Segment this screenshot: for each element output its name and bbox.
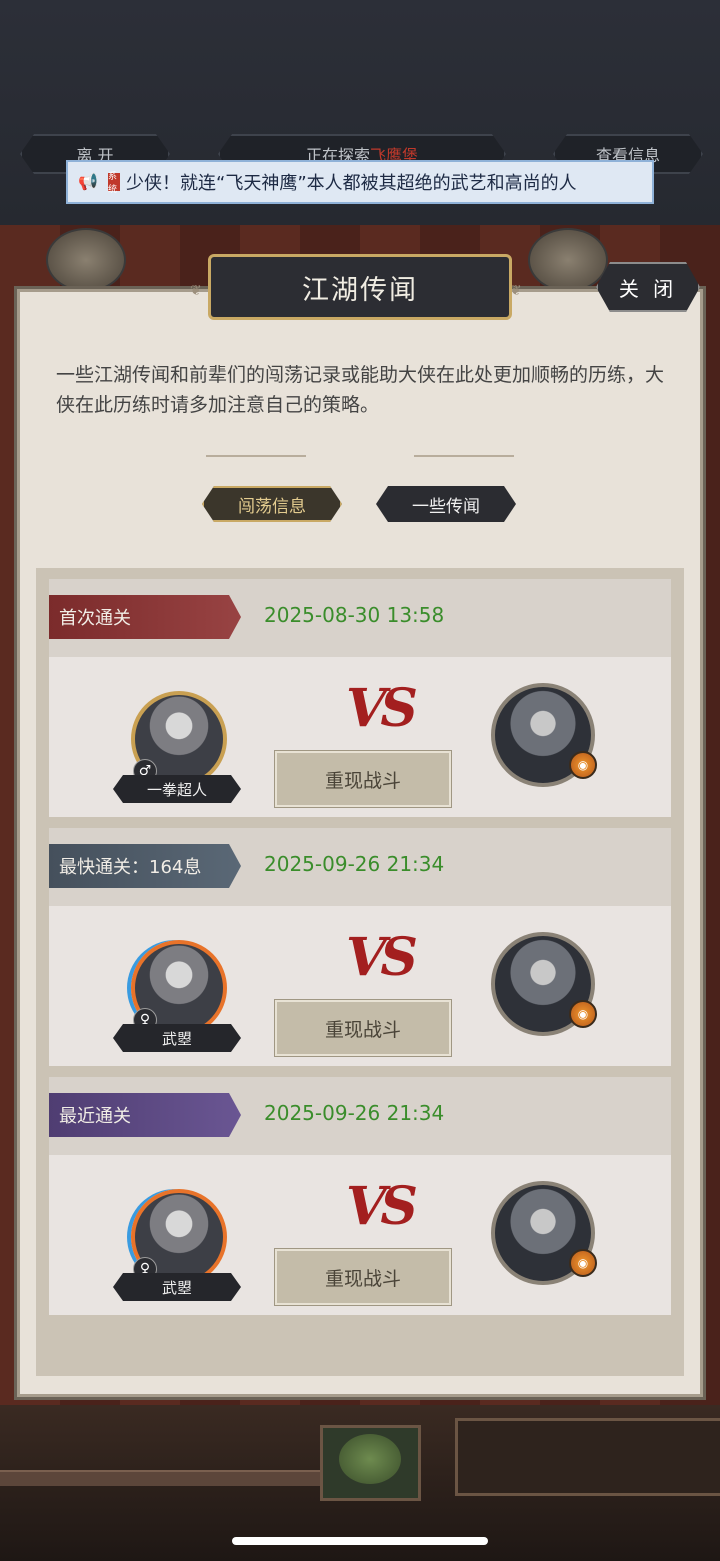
divider-left xyxy=(206,455,306,457)
background-npc-portrait xyxy=(528,228,608,292)
record-tag: 首次通关 xyxy=(49,595,241,639)
home-indicator[interactable] xyxy=(232,1537,488,1545)
enemy-element-badge-icon: ◉ xyxy=(569,1000,597,1028)
player-avatar[interactable]: ♀ 武曌 xyxy=(119,932,239,1052)
record-header: 首次通关 2025-08-30 13:58 xyxy=(49,579,671,657)
replay-battle-button[interactable]: 重现战斗 xyxy=(275,1000,451,1056)
player-avatar[interactable]: ♂ 一拳超人 xyxy=(119,683,239,803)
dialog-description: 一些江湖传闻和前辈们的闯荡记录或能助大侠在此处更加顺畅的历练，大侠在此历练时请多… xyxy=(56,364,665,416)
vs-icon: VS xyxy=(346,927,418,988)
scene-rail xyxy=(0,1470,320,1486)
system-badge: 系统 xyxy=(108,172,120,195)
player-avatar[interactable]: ♀ 武曌 xyxy=(119,1181,239,1301)
title-ornament-right: ❦ xyxy=(510,283,522,299)
tab-exploration-info[interactable]: 闯荡信息 xyxy=(202,486,342,522)
scene-panel xyxy=(455,1418,720,1496)
player-name: 武曌 xyxy=(113,1273,241,1301)
announcement-text: 少侠！就连“飞天神鹰”本人都被其超绝的武艺和高尚的人 xyxy=(126,173,577,194)
record-header: 最快通关：164息 2025-09-26 21:34 xyxy=(49,828,671,906)
record-time: 2025-09-26 21:34 xyxy=(264,852,445,876)
announcement-banner: 📢 系统 少侠！就连“飞天神鹰”本人都被其超绝的武艺和高尚的人 xyxy=(66,160,654,204)
records-list: 首次通关 2025-08-30 13:58 ♂ 一拳超人 VS 重现战斗 ◉ 最… xyxy=(36,568,684,1376)
close-button[interactable]: 关 闭 xyxy=(596,262,700,312)
dialog-title: 江湖传闻 xyxy=(208,254,512,320)
record-card-recent-clear: 最近通关 2025-09-26 21:34 ♀ 武曌 VS 重现战斗 ◉ xyxy=(49,1077,671,1315)
record-tag: 最近通关 xyxy=(49,1093,241,1137)
replay-battle-button[interactable]: 重现战斗 xyxy=(275,1249,451,1305)
background-npc-portrait xyxy=(46,228,126,292)
enemy-element-badge-icon: ◉ xyxy=(569,751,597,779)
record-tag: 最快通关：164息 xyxy=(49,844,241,888)
vs-icon: VS xyxy=(346,678,418,739)
player-name: 武曌 xyxy=(113,1024,241,1052)
enemy-element-badge-icon: ◉ xyxy=(569,1249,597,1277)
replay-battle-button[interactable]: 重现战斗 xyxy=(275,751,451,807)
plant-decoration xyxy=(320,1425,421,1501)
tab-rumors[interactable]: 一些传闻 xyxy=(376,486,516,522)
vs-icon: VS xyxy=(346,1176,418,1237)
record-time: 2025-08-30 13:58 xyxy=(264,603,445,627)
record-time: 2025-09-26 21:34 xyxy=(264,1101,445,1125)
record-card-fastest-clear: 最快通关：164息 2025-09-26 21:34 ♀ 武曌 VS 重现战斗 … xyxy=(49,828,671,1066)
divider-right xyxy=(414,455,514,457)
record-card-first-clear: 首次通关 2025-08-30 13:58 ♂ 一拳超人 VS 重现战斗 ◉ xyxy=(49,579,671,817)
player-name: 一拳超人 xyxy=(113,775,241,803)
megaphone-icon: 📢 xyxy=(78,172,98,191)
record-header: 最近通关 2025-09-26 21:34 xyxy=(49,1077,671,1155)
